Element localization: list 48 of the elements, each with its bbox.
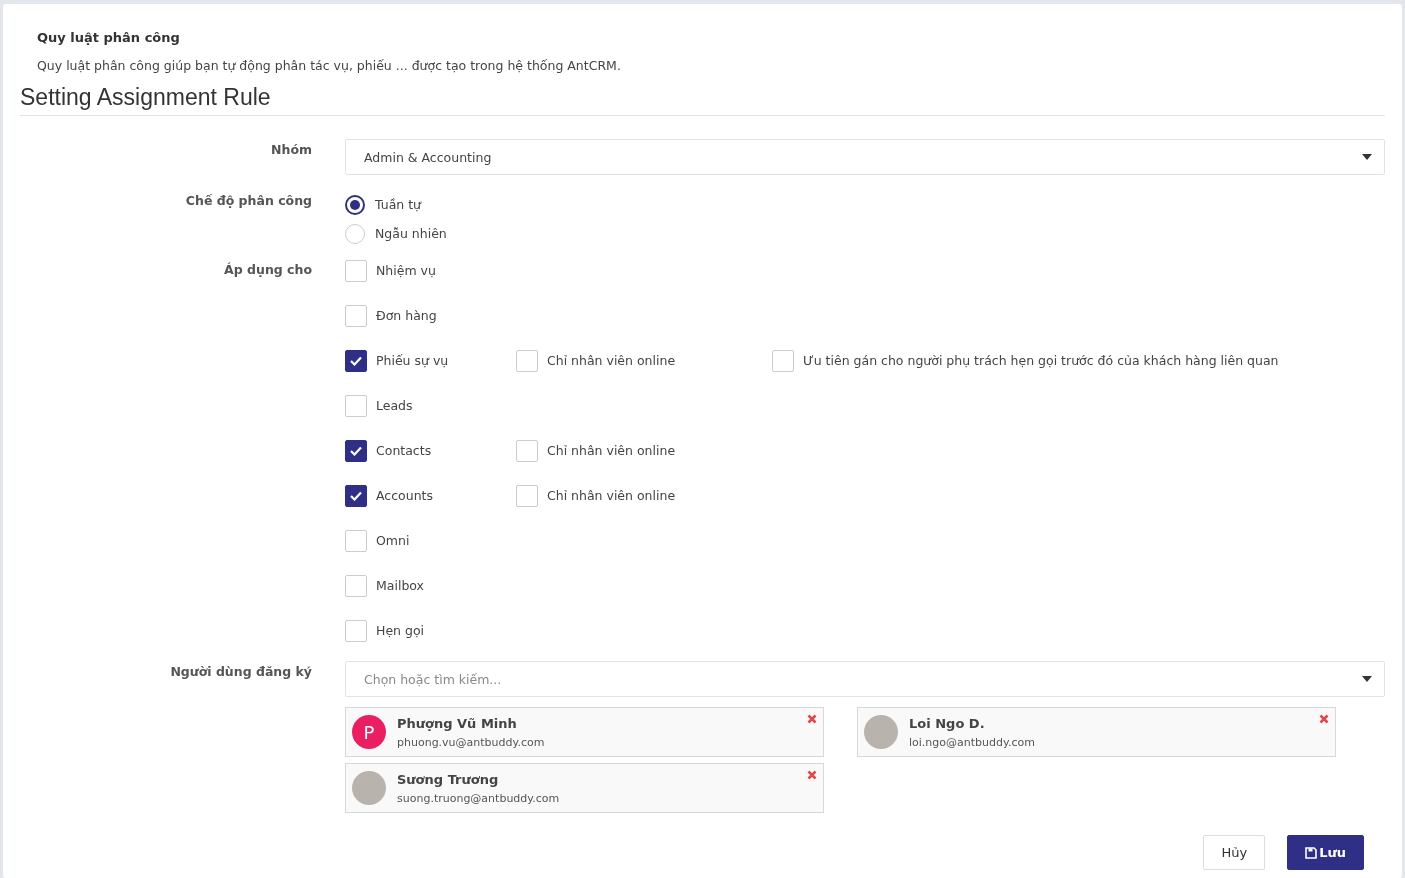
description-text: Quy luật phân công giúp bạn tự động phân tác vụ, phiếu ... được tạo trong hệ thống AntCRM. (37, 58, 622, 73)
radio-button[interactable] (345, 194, 365, 215)
remove-icon[interactable] (807, 714, 817, 724)
user-email: phuong.vu@antbuddy.com (397, 735, 545, 749)
save-button[interactable]: Lưu (1287, 835, 1364, 870)
checkbox-label: Chỉ nhân viên online (547, 353, 676, 368)
cancel-button[interactable]: Hủy (1203, 835, 1266, 870)
radio-label: Ngẫu nhiên (375, 226, 447, 241)
checkbox-label: Phiếu sự vụ (376, 353, 449, 368)
checkbox-label: Hẹn gọi (376, 623, 425, 638)
field-label: Chế độ phân công (184, 192, 313, 210)
check-icon (350, 445, 362, 456)
checkbox-label: Đơn hàng (376, 308, 437, 323)
checkbox-label: Omni (376, 533, 410, 548)
check-icon (350, 355, 362, 366)
checkbox[interactable] (345, 484, 367, 507)
field-label: Nhóm (270, 141, 313, 159)
group-select[interactable]: Admin & Accounting (345, 139, 1385, 175)
save-icon (1305, 846, 1318, 859)
user-name: Sương Trương (397, 771, 500, 787)
remove-icon[interactable] (1319, 714, 1329, 724)
checkbox-label: Chỉ nhân viên online (547, 488, 676, 503)
page-heading: Setting Assignment Rule (20, 84, 1385, 116)
checkbox-label: Chỉ nhân viên online (547, 443, 676, 458)
checkbox[interactable] (345, 439, 367, 462)
field-label: Áp dụng cho (223, 261, 313, 279)
radio-label: Tuần tự (375, 197, 422, 212)
checkbox-label: Mailbox (376, 578, 424, 593)
avatar-initial: P (352, 715, 386, 749)
user-name: Phượng Vũ Minh (397, 715, 518, 731)
field-label: Người dùng đăng ký (169, 663, 313, 681)
checkbox-label: Accounts (376, 488, 433, 503)
section-title: Quy luật phân công (37, 30, 181, 45)
user-email: suong.truong@antbuddy.com (397, 791, 560, 805)
caret-icon (1362, 154, 1372, 160)
checkbox-label: Ưu tiên gán cho người phụ trách hẹn gọi trước đó của khách hàng liên quan (803, 353, 1279, 368)
caret-icon (1362, 676, 1372, 682)
avatar-placeholder (864, 715, 898, 749)
user-search-select[interactable]: Chọn hoặc tìm kiếm... (345, 661, 1385, 697)
checkbox[interactable] (345, 349, 367, 372)
checkbox-label: Leads (376, 398, 413, 413)
check-icon (350, 490, 362, 501)
user-name: Loi Ngo D. (909, 715, 986, 731)
avatar-placeholder (352, 771, 386, 805)
remove-icon[interactable] (807, 770, 817, 780)
checkbox-label: Contacts (376, 443, 432, 458)
user-email: loi.ngo@antbuddy.com (909, 735, 1035, 749)
checkbox-label: Nhiệm vụ (376, 263, 436, 278)
